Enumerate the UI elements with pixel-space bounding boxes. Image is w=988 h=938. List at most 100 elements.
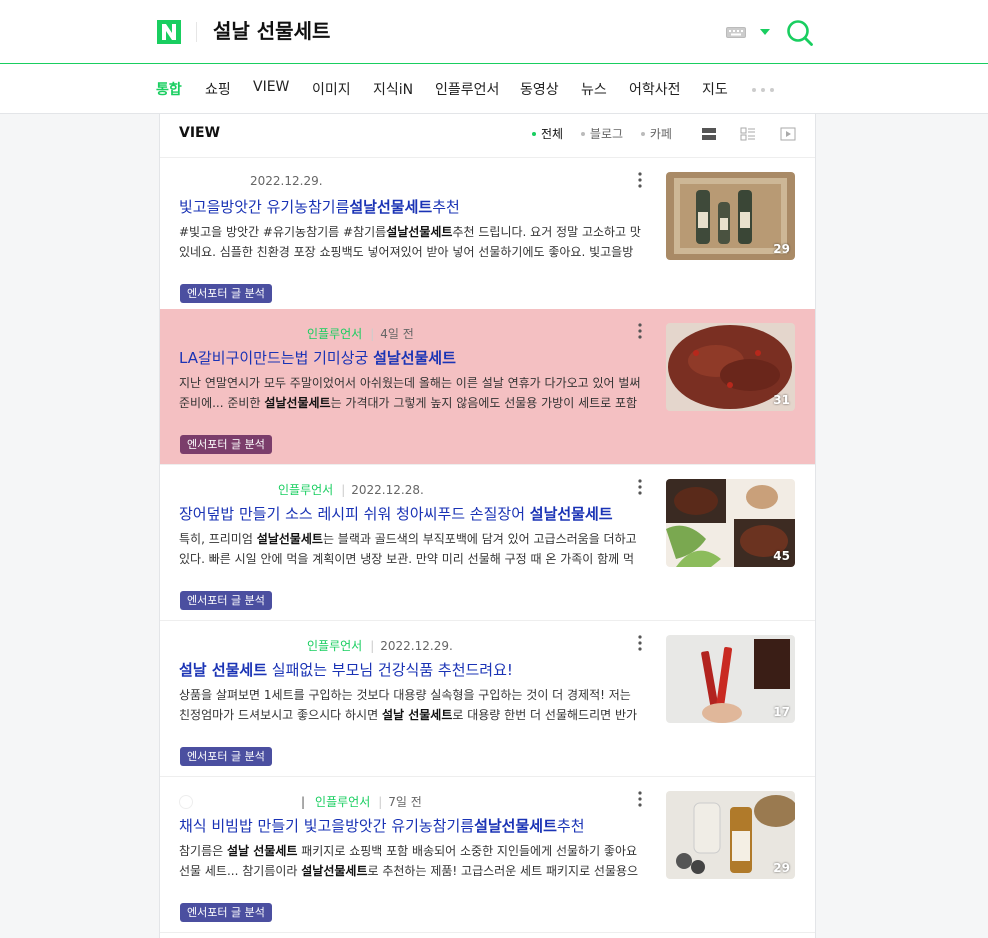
more-tabs-icon[interactable] <box>751 87 775 93</box>
tab-kin[interactable]: 지식iN <box>373 79 413 99</box>
item-description[interactable]: 참기름은 설날 선물세트 패키지로 쇼핑백 포함 배송되어 소중한 지인들에게 … <box>179 841 642 881</box>
thumbnail-image[interactable]: 29 <box>666 172 795 260</box>
list-item: 인플루언서 | 4일 전 LA갈비구이만드는법 기미상궁 설날선물세트 지난 연말연… <box>160 309 815 465</box>
image-count: 17 <box>773 705 790 719</box>
meta-separator: | <box>301 795 306 809</box>
tab-news[interactable]: 뉴스 <box>581 79 607 99</box>
highlighted-keyword: 설날선물세트 <box>349 198 433 216</box>
highlighted-keyword: 설날선물세트 <box>529 505 613 523</box>
highlighted-keyword: 설날선물세트 <box>386 225 453 239</box>
tab-map[interactable]: 지도 <box>702 79 728 99</box>
item-date: 2022.12.28. <box>351 483 424 497</box>
text-segment: LA갈비구이만드는법 기미상궁 <box>179 349 374 367</box>
highlighted-keyword: 설날선물세트 <box>264 396 331 410</box>
view-filters: 전체 블로그 카페 <box>532 125 686 142</box>
avatar[interactable] <box>179 795 193 809</box>
list-item: 2022.12.29. 빛고을방앗간 유기농참기름설날선물세트추천 #빛고을 방… <box>160 158 815 314</box>
meta-separator: | <box>341 483 346 497</box>
thumbnail-view-icon[interactable] <box>740 127 756 141</box>
text-segment: 빛고을방앗간 유기농참기름 <box>179 198 350 216</box>
insight-badge-button[interactable]: 엔서포터 글 분석 <box>180 747 272 766</box>
item-title[interactable]: 장어덮밥 만들기 소스 레시피 쉬워 청아씨푸드 손질장어 설날선물세트 <box>179 503 649 524</box>
highlighted-keyword: 설날선물세트 <box>474 817 557 835</box>
highlighted-keyword: 설날 선물세트 <box>226 844 298 858</box>
image-count: 29 <box>773 861 790 875</box>
filter-dot-icon <box>580 131 585 136</box>
insight-badge-button[interactable]: 엔서포터 글 분석 <box>180 435 272 454</box>
highlighted-keyword: 설날선물세트 <box>301 864 368 878</box>
tab-dictionary[interactable]: 어학사전 <box>629 79 681 99</box>
text-segment: #빛고을 방앗간 #유기농참기름 #참기름 <box>179 225 387 239</box>
filter-label: 블로그 <box>589 127 624 141</box>
logo-separator <box>196 22 197 42</box>
search-tabs: 통합 쇼핑 VIEW 이미지 지식iN 인플루언서 동영상 뉴스 어학사전 지도 <box>0 64 988 114</box>
item-source[interactable]: 인플루언서 <box>307 639 362 653</box>
highlighted-keyword: 설날 선물세트 <box>179 661 268 679</box>
more-options-icon[interactable] <box>638 323 642 339</box>
item-description[interactable]: 특히, 프리미엄 설날선물세트는 블랙과 골드색의 부직포백에 담겨 있어 고급… <box>179 529 642 569</box>
text-segment: 특히, 프리미엄 <box>179 532 257 546</box>
item-source[interactable]: 인플루언서 <box>307 327 362 341</box>
item-source[interactable]: 인플루언서 <box>278 483 333 497</box>
image-count: 31 <box>773 393 790 407</box>
video-view-icon[interactable] <box>780 127 796 141</box>
thumbnail-image[interactable]: 31 <box>666 323 795 411</box>
text-segment: 추천 <box>556 817 585 835</box>
item-description[interactable]: 지난 연말연시가 모두 주말이었어서 아쉬웠는데 올해는 이른 설날 연휴가 다… <box>179 373 642 413</box>
item-description[interactable]: 상품을 살펴보면 1세트를 구입하는 것보다 대용량 실속형을 구입하는 것이 … <box>179 685 642 725</box>
tab-images[interactable]: 이미지 <box>312 79 351 99</box>
naver-logo-icon[interactable] <box>157 20 181 44</box>
tab-view[interactable]: VIEW <box>253 79 289 95</box>
text-segment: 실패없는 부모님 건강식품 추천드려요! <box>267 661 513 679</box>
image-count: 29 <box>773 242 790 256</box>
filter-label: 카페 <box>649 127 672 141</box>
thumbnail-image[interactable]: 29 <box>666 791 795 879</box>
text-segment: 채식 비빔밥 만들기 빛고을방앗간 유기농참기름 <box>179 817 475 835</box>
search-header: 설날 선물세트 <box>0 0 988 64</box>
item-source[interactable]: 인플루언서 <box>315 795 370 809</box>
tab-influencer[interactable]: 인플루언서 <box>435 79 499 99</box>
insight-badge-button[interactable]: 엔서포터 글 분석 <box>180 903 272 922</box>
item-title[interactable]: 설날 선물세트 실패없는 부모님 건강식품 추천드려요! <box>179 659 649 680</box>
chevron-down-icon[interactable] <box>760 29 770 35</box>
meta-separator: | <box>378 795 383 809</box>
item-meta: 인플루언서 | 2022.12.28. <box>278 481 424 498</box>
filter-all[interactable]: 전체 <box>532 127 563 141</box>
item-meta: 2022.12.29. <box>250 174 323 188</box>
tab-shopping[interactable]: 쇼핑 <box>205 79 231 99</box>
text-segment: 추천 <box>432 198 460 216</box>
tab-video[interactable]: 동영상 <box>520 79 559 99</box>
search-query-input[interactable]: 설날 선물세트 <box>213 17 330 45</box>
view-section: VIEW 전체 블로그 카페 2022.12.29. 빛고을방앗간 유기농참기름… <box>159 114 816 938</box>
more-options-icon[interactable] <box>638 172 642 188</box>
text-segment: 참기름은 <box>179 844 227 858</box>
insight-badge-button[interactable]: 엔서포터 글 분석 <box>180 284 272 303</box>
thumbnail-image[interactable]: 45 <box>666 479 795 567</box>
image-count: 45 <box>773 549 790 563</box>
meta-separator: | <box>370 327 375 341</box>
list-item: 인플루언서 | 2022.12.28. 장어덮밥 만들기 소스 레시피 쉬워 청아씨… <box>160 465 815 621</box>
search-icon[interactable] <box>786 19 814 47</box>
item-title[interactable]: LA갈비구이만드는법 기미상궁 설날선물세트 <box>179 347 649 368</box>
filter-blog[interactable]: 블로그 <box>580 127 624 141</box>
item-date: 4일 전 <box>380 327 414 341</box>
list-view-icon[interactable] <box>701 127 717 141</box>
item-date: 2022.12.29. <box>380 639 453 653</box>
keyboard-icon[interactable] <box>726 27 746 38</box>
tab-integrated[interactable]: 통합 <box>156 79 182 99</box>
item-meta: | 인플루언서 | 7일 전 <box>301 793 422 810</box>
item-title[interactable]: 채식 비빔밥 만들기 빛고을방앗간 유기농참기름설날선물세트추천 <box>179 815 649 836</box>
more-options-icon[interactable] <box>638 635 642 651</box>
item-meta: 인플루언서 | 2022.12.29. <box>307 637 453 654</box>
filter-cafe[interactable]: 카페 <box>640 127 672 141</box>
more-options-icon[interactable] <box>638 479 642 495</box>
thumbnail-image[interactable]: 17 <box>666 635 795 723</box>
meta-separator: | <box>370 639 375 653</box>
insight-badge-button[interactable]: 엔서포터 글 분석 <box>180 591 272 610</box>
list-item: 인플루언서 | 2022.12.29. 설날 선물세트 실패없는 부모님 건강식품 … <box>160 621 815 777</box>
more-options-icon[interactable] <box>638 791 642 807</box>
item-date: 2022.12.29. <box>250 174 323 188</box>
item-description[interactable]: #빛고을 방앗간 #유기농참기름 #참기름설날선물세트추천 드립니다. 요거 정… <box>179 222 642 262</box>
highlighted-keyword: 설날선물세트 <box>373 349 456 367</box>
item-title[interactable]: 빛고을방앗간 유기농참기름설날선물세트추천 <box>179 196 649 217</box>
